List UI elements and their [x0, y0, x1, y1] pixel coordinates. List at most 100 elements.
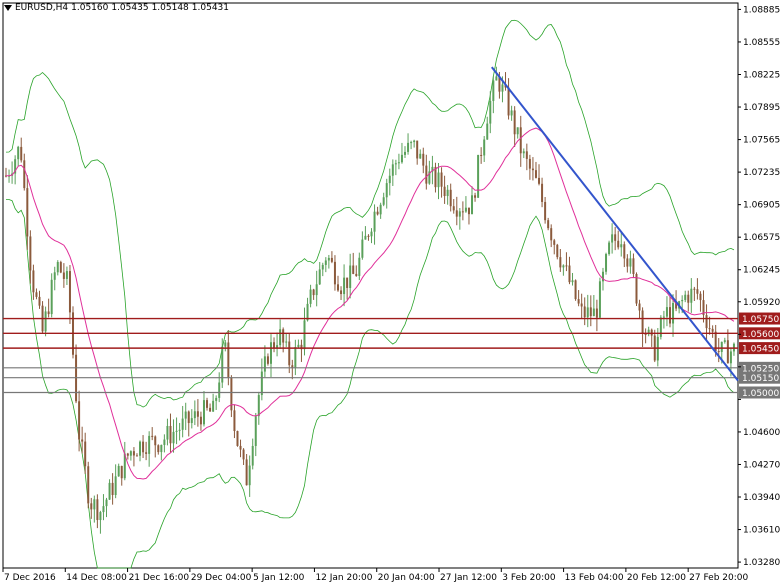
candle-body	[626, 258, 629, 267]
candle-body	[318, 269, 321, 285]
candle-body	[312, 289, 315, 296]
candle-body	[139, 441, 142, 456]
chart-window[interactable]: 1.05750 1.05600 1.05450 1.05250 1.05150 1.050…	[0, 0, 782, 587]
candle-body	[635, 273, 638, 304]
candle-body	[471, 195, 474, 215]
candle-body	[145, 452, 148, 454]
candle-body	[175, 430, 178, 432]
candle-body	[394, 163, 397, 165]
time-tick-label: 13 Feb 04:00	[565, 573, 624, 583]
candle-body	[443, 186, 446, 197]
candle-body	[592, 308, 595, 317]
candle-body	[723, 340, 726, 342]
candle-body	[209, 407, 212, 412]
price-tick-label: 1.03280	[743, 558, 780, 568]
candle-body	[693, 288, 696, 290]
candle-body	[279, 329, 282, 346]
candle-body	[321, 264, 324, 270]
candle-body	[437, 172, 440, 188]
candle-body	[510, 110, 513, 116]
candle-body	[29, 236, 32, 271]
candle-body	[717, 351, 720, 353]
price-tick-label: 1.08885	[743, 5, 780, 15]
candle-body	[53, 272, 56, 280]
time-tick-label: 29 Dec 04:00	[191, 573, 252, 583]
candle-body	[407, 142, 410, 152]
symbol-dropdown-icon[interactable]	[4, 4, 12, 11]
candle-body	[400, 154, 403, 163]
candle-body	[583, 306, 586, 318]
candle-body	[266, 356, 269, 364]
candle-body	[59, 262, 62, 273]
candle-body	[464, 207, 467, 212]
candle-body	[215, 397, 218, 401]
time-tick-label: 20 Feb 12:00	[627, 573, 686, 583]
time-tick-label: 27 Feb 20:00	[689, 573, 748, 583]
candle-body	[623, 244, 626, 259]
candle-body	[87, 466, 90, 504]
candle-body	[614, 234, 617, 241]
price-tick-label: 1.06905	[743, 201, 780, 211]
price-tick-label: 1.04270	[743, 460, 780, 470]
candle-body	[568, 265, 571, 283]
candle-body	[148, 435, 151, 454]
candle-body	[135, 455, 138, 457]
candle-body	[550, 228, 553, 241]
candle-body	[379, 204, 382, 215]
candle-body	[361, 239, 364, 258]
candle-body	[251, 445, 254, 466]
candle-body	[117, 465, 120, 477]
open-value: 1.05160	[71, 3, 109, 13]
candle-body	[507, 87, 510, 116]
candle-body	[391, 164, 394, 176]
candle-body	[257, 395, 260, 417]
candle-body	[446, 189, 449, 197]
price-chart[interactable]: 1.057501.056001.054501.052501.051501.050…	[0, 0, 782, 587]
candle-body	[565, 265, 568, 267]
candle-body	[65, 271, 68, 279]
candle-body	[528, 158, 531, 169]
candle-body	[419, 153, 422, 159]
candle-body	[519, 127, 522, 154]
candle-body	[580, 303, 583, 307]
time-tick-label: 27 Jan 12:00	[440, 573, 497, 583]
price-tick-label: 1.07235	[743, 168, 780, 178]
candle-body	[413, 140, 416, 143]
candle-body	[17, 146, 20, 160]
candle-body	[598, 281, 601, 318]
candle-body	[577, 299, 580, 304]
candle-body	[90, 503, 93, 510]
candle-body	[187, 411, 190, 424]
candle-body	[111, 482, 114, 496]
candle-body	[681, 299, 684, 302]
candle-body	[449, 189, 452, 207]
price-level-label: 1.05000	[742, 389, 779, 399]
candle-body	[425, 165, 428, 184]
candle-body	[562, 265, 565, 268]
candle-body	[96, 499, 99, 521]
candle-body	[340, 290, 343, 295]
symbol-label: EURUSD,H4	[15, 3, 69, 13]
candle-body	[541, 183, 544, 202]
candle-body	[178, 429, 181, 431]
candle-body	[729, 351, 732, 364]
candle-body	[489, 100, 492, 124]
candle-body	[544, 201, 547, 221]
candle-body	[105, 499, 108, 507]
candle-body	[367, 235, 370, 237]
candle-body	[711, 328, 714, 332]
candle-body	[254, 416, 257, 446]
candle-body	[665, 307, 668, 317]
candle-body	[199, 416, 202, 425]
candle-body	[62, 272, 65, 279]
candle-body	[556, 244, 559, 258]
candle-body	[47, 311, 50, 315]
candle-body	[120, 465, 123, 479]
candle-body	[32, 270, 35, 293]
close-value: 1.05431	[191, 3, 229, 13]
candle-body	[81, 439, 84, 442]
candle-body	[495, 76, 498, 81]
candle-body	[154, 436, 157, 446]
candle-body	[273, 342, 276, 348]
candle-body	[160, 444, 163, 453]
